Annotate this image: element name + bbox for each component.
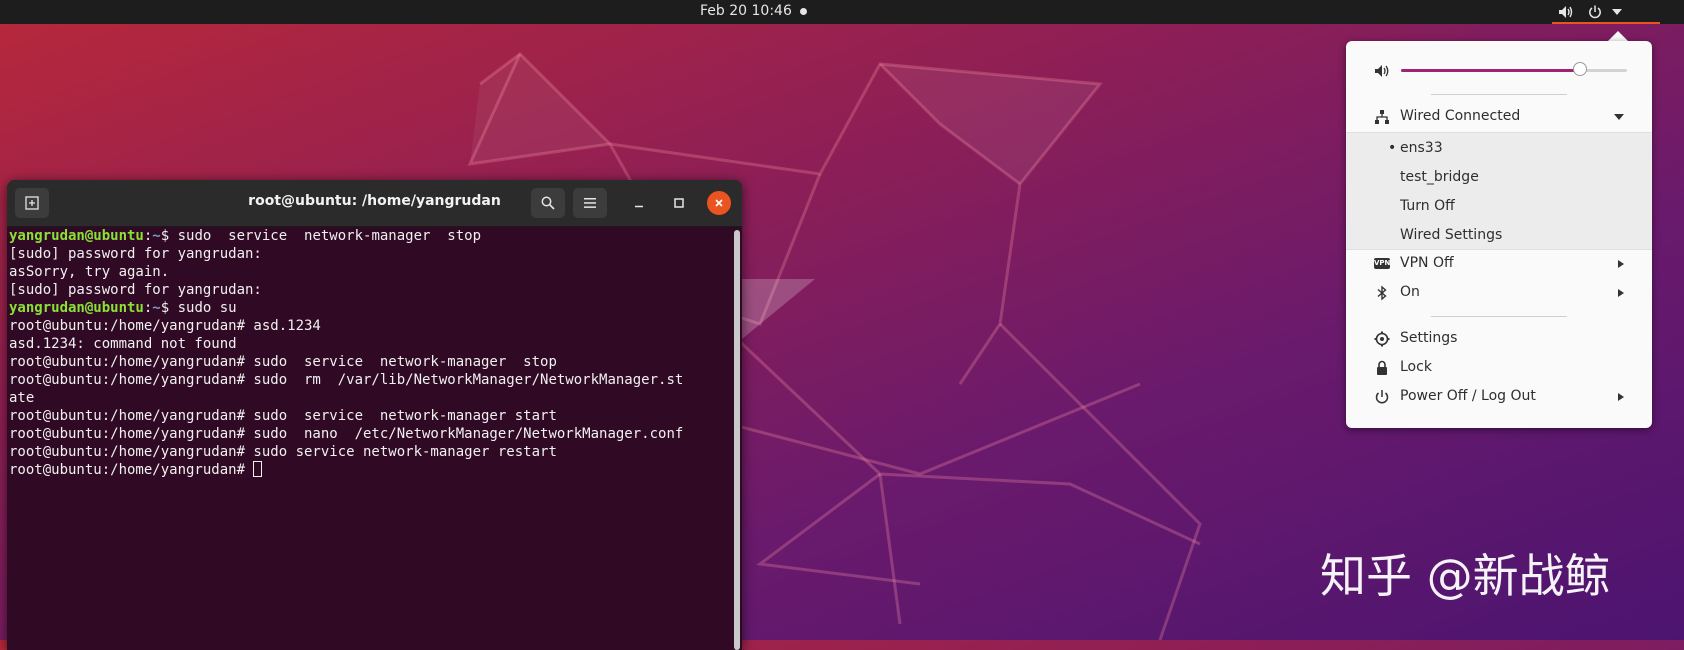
wired-item-label: Wired Settings bbox=[1400, 227, 1503, 243]
clock[interactable]: Feb 20 10:46 bbox=[700, 3, 792, 19]
bluetooth-label: On bbox=[1400, 284, 1420, 300]
new-tab-icon bbox=[25, 196, 39, 210]
terminal-line: root@ubuntu:/home/yangrudan# sudo rm /va… bbox=[9, 371, 729, 389]
power-label: Power Off / Log Out bbox=[1400, 388, 1536, 404]
terminal-line: root@ubuntu:/home/yangrudan# sudo servic… bbox=[9, 353, 729, 371]
terminal-line: root@ubuntu:/home/yangrudan# sudo nano /… bbox=[9, 425, 729, 443]
terminal-text: [sudo] password for yangrudan: bbox=[9, 282, 262, 298]
terminal-line: root@ubuntu:/home/yangrudan# sudo servic… bbox=[9, 443, 729, 461]
terminal-line: ate bbox=[9, 389, 729, 407]
terminal-text: yangrudan@ubuntu bbox=[9, 228, 144, 244]
terminal-text: root@ubuntu:/home/yangrudan# sudo servic… bbox=[9, 354, 557, 370]
wired-settings[interactable]: Wired Settings bbox=[1346, 222, 1652, 250]
power-item[interactable]: Power Off / Log Out bbox=[1346, 383, 1652, 411]
bluetooth-menu[interactable]: On bbox=[1346, 279, 1652, 307]
volume-slider-fill bbox=[1401, 69, 1580, 72]
notification-dot bbox=[800, 8, 807, 15]
terminal-text: asSorry, try again. bbox=[9, 264, 170, 280]
wired-menu[interactable]: Wired Connected bbox=[1346, 103, 1652, 131]
terminal-text: ~ bbox=[152, 300, 161, 316]
terminal-window[interactable]: root@ubuntu: /home/yangrudan yangrudan@u… bbox=[7, 180, 742, 650]
search-icon bbox=[541, 196, 555, 210]
terminal-line: asd.1234: command not found bbox=[9, 335, 729, 353]
wired-item-label: Turn Off bbox=[1400, 198, 1455, 214]
wired-label: Wired Connected bbox=[1400, 108, 1521, 124]
terminal-text: ate bbox=[9, 390, 35, 406]
terminal-line: yangrudan@ubuntu:~$ sudo service network… bbox=[9, 227, 729, 245]
active-bullet: • bbox=[1388, 140, 1397, 156]
gear-icon bbox=[1374, 331, 1390, 347]
wired-submenu: • ens33 test_bridge Turn Off Wired Setti… bbox=[1346, 132, 1652, 250]
network-wired-icon bbox=[1375, 110, 1389, 124]
terminal-text: root@ubuntu:/home/yangrudan# asd.1234 bbox=[9, 318, 321, 334]
terminal-text: root@ubuntu:/home/yangrudan# sudo servic… bbox=[9, 408, 557, 424]
bluetooth-icon bbox=[1377, 285, 1387, 301]
terminal-output[interactable]: yangrudan@ubuntu:~$ sudo service network… bbox=[9, 227, 729, 650]
terminal-cursor bbox=[253, 461, 263, 477]
vpn-icon: VPN bbox=[1374, 258, 1391, 269]
new-tab-button[interactable] bbox=[15, 188, 49, 218]
lock-label: Lock bbox=[1400, 359, 1432, 375]
terminal-line: root@ubuntu:/home/yangrudan# sudo servic… bbox=[9, 407, 729, 425]
top-bar: Feb 20 10:46 bbox=[0, 0, 1684, 24]
search-button[interactable] bbox=[531, 188, 565, 218]
terminal-scrollbar[interactable] bbox=[733, 230, 741, 650]
terminal-title: root@ubuntu: /home/yangrudan bbox=[248, 193, 501, 209]
chevron-down-icon bbox=[1614, 114, 1624, 120]
maximize-button[interactable] bbox=[667, 191, 691, 215]
terminal-line: root@ubuntu:/home/yangrudan# bbox=[9, 461, 729, 479]
scrollbar-thumb[interactable] bbox=[734, 230, 740, 650]
lock-icon bbox=[1377, 360, 1387, 375]
chevron-down-icon bbox=[1612, 9, 1622, 15]
terminal-text: $ sudo service network-manager stop bbox=[160, 228, 482, 244]
volume-row bbox=[1346, 57, 1652, 85]
volume-slider[interactable] bbox=[1401, 62, 1627, 76]
terminal-text: root@ubuntu:/home/yangrudan# sudo rm /va… bbox=[9, 372, 684, 388]
wired-turn-off[interactable]: Turn Off bbox=[1346, 193, 1652, 221]
system-menu: Wired Connected • ens33 test_bridge Turn… bbox=[1346, 41, 1652, 428]
close-button[interactable] bbox=[707, 191, 731, 215]
terminal-line: asSorry, try again. bbox=[9, 263, 729, 281]
terminal-line: [sudo] password for yangrudan: bbox=[9, 281, 729, 299]
system-status-area[interactable] bbox=[1552, 0, 1660, 24]
terminal-text: [sudo] password for yangrudan: bbox=[9, 246, 262, 262]
terminal-text: root@ubuntu:/home/yangrudan# sudo servic… bbox=[9, 444, 557, 460]
settings-item[interactable]: Settings bbox=[1346, 325, 1652, 353]
terminal-text: root@ubuntu:/home/yangrudan# bbox=[9, 462, 254, 478]
wired-item-label: ens33 bbox=[1400, 140, 1443, 156]
wired-item-test-bridge[interactable]: test_bridge bbox=[1346, 164, 1652, 192]
terminal-text: yangrudan@ubuntu bbox=[9, 300, 144, 316]
terminal-header-bar[interactable]: root@ubuntu: /home/yangrudan bbox=[7, 180, 742, 227]
minimize-button[interactable] bbox=[627, 191, 651, 215]
power-icon bbox=[1375, 390, 1389, 404]
terminal-line: root@ubuntu:/home/yangrudan# asd.1234 bbox=[9, 317, 729, 335]
vpn-menu[interactable]: VPN VPN Off bbox=[1346, 250, 1652, 278]
volume-icon bbox=[1375, 65, 1389, 77]
close-icon bbox=[715, 199, 723, 207]
chevron-right-icon bbox=[1618, 289, 1624, 297]
minimize-icon bbox=[635, 205, 643, 208]
power-icon bbox=[1589, 5, 1601, 19]
menu-button[interactable] bbox=[573, 188, 607, 218]
terminal-text: ~ bbox=[152, 228, 161, 244]
wired-item-label: test_bridge bbox=[1400, 169, 1479, 185]
terminal-text: $ sudo su bbox=[160, 300, 237, 316]
settings-label: Settings bbox=[1400, 330, 1458, 346]
separator bbox=[1431, 316, 1567, 317]
volume-slider-knob[interactable] bbox=[1572, 62, 1587, 76]
zhihu-watermark: 知乎 @新战鲸 bbox=[1320, 549, 1611, 603]
terminal-line: yangrudan@ubuntu:~$ sudo su bbox=[9, 299, 729, 317]
vpn-label: VPN Off bbox=[1400, 255, 1454, 271]
volume-icon bbox=[1559, 6, 1573, 18]
terminal-text: asd.1234: command not found bbox=[9, 336, 237, 352]
terminal-line: [sudo] password for yangrudan: bbox=[9, 245, 729, 263]
maximize-icon bbox=[674, 198, 684, 208]
lock-item[interactable]: Lock bbox=[1346, 354, 1652, 382]
terminal-text: root@ubuntu:/home/yangrudan# sudo nano /… bbox=[9, 426, 684, 442]
chevron-right-icon bbox=[1618, 260, 1624, 268]
hamburger-icon bbox=[584, 198, 596, 208]
wired-item-ens33[interactable]: • ens33 bbox=[1346, 135, 1652, 163]
chevron-right-icon bbox=[1618, 393, 1624, 401]
separator bbox=[1431, 94, 1567, 95]
